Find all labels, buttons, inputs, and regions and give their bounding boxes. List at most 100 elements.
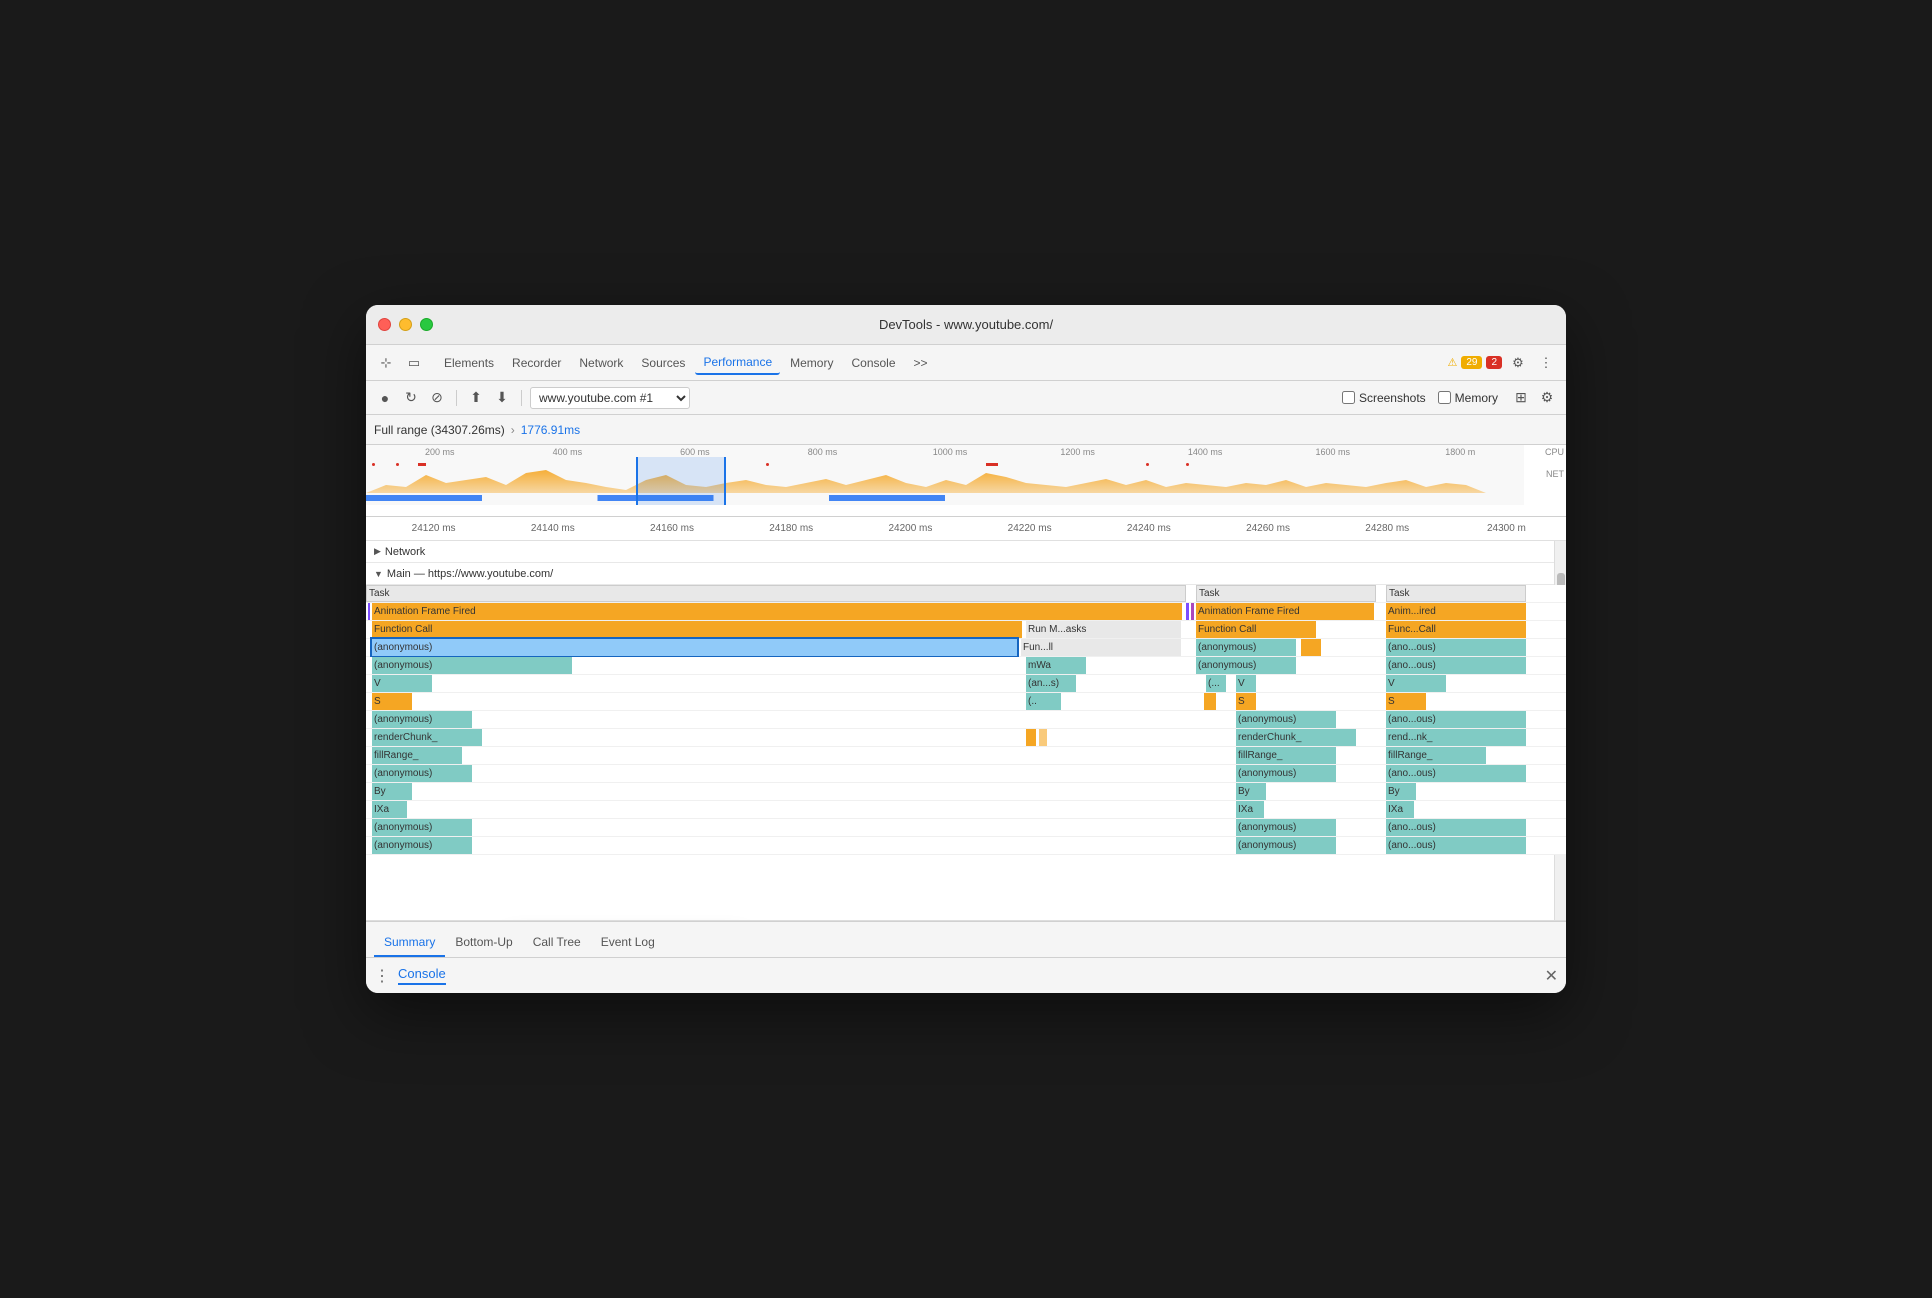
- dots-bar[interactable]: (..: [1026, 693, 1061, 710]
- fill-bar-1[interactable]: fillRange_: [372, 747, 462, 764]
- anon-bar-7[interactable]: (anonymous): [1236, 711, 1336, 728]
- func-call-bar-1[interactable]: Function Call: [372, 621, 1022, 638]
- anon-bar-12[interactable]: (anonymous): [372, 819, 472, 836]
- ixa-bar-3[interactable]: IXa: [1386, 801, 1414, 818]
- by-bar-1[interactable]: By: [372, 783, 412, 800]
- console-label[interactable]: Console: [398, 966, 446, 985]
- anon-bar-16[interactable]: (anonymous): [1236, 837, 1336, 854]
- upload-button[interactable]: ⬆: [465, 387, 487, 409]
- inspect-icon[interactable]: ⊹: [374, 351, 398, 375]
- flame-row-v[interactable]: V (an...s) (... V V: [366, 675, 1566, 693]
- anon-bar-11[interactable]: (ano...ous): [1386, 765, 1526, 782]
- flame-row-anon-5[interactable]: (anonymous) (anonymous) (ano...ous): [366, 819, 1566, 837]
- fill-bar-3[interactable]: fillRange_: [1386, 747, 1486, 764]
- memory-checkbox[interactable]: [1438, 391, 1451, 404]
- console-menu-icon[interactable]: ⋮: [374, 966, 390, 986]
- flame-row-anon-1[interactable]: (anonymous) Fun...ll (anonymous) (ano...…: [366, 639, 1566, 657]
- overview-panel[interactable]: 200 ms 400 ms 600 ms 800 ms 1000 ms 1200…: [366, 445, 1566, 517]
- by-bar-2[interactable]: By: [1236, 783, 1266, 800]
- task-bar-3[interactable]: Task: [1386, 585, 1526, 602]
- tab-sources[interactable]: Sources: [633, 352, 693, 374]
- anon-bar-selected[interactable]: (anonymous): [372, 639, 1017, 656]
- anon-mwa-bar[interactable]: (anonymous): [372, 657, 572, 674]
- task-bar-2[interactable]: Task: [1196, 585, 1376, 602]
- anon-bar-9[interactable]: (anonymous): [372, 765, 472, 782]
- an-s-bar[interactable]: (an...s): [1026, 675, 1076, 692]
- tab-event-log[interactable]: Event Log: [591, 929, 665, 957]
- ellipsis-bar[interactable]: (...: [1206, 675, 1226, 692]
- fun-ll-bar[interactable]: Fun...ll: [1021, 639, 1181, 656]
- main-collapse-icon[interactable]: ▼: [374, 569, 383, 579]
- v-bar-3[interactable]: V: [1386, 675, 1446, 692]
- memory-checkbox-label[interactable]: Memory: [1438, 391, 1498, 405]
- url-select[interactable]: www.youtube.com #1: [530, 387, 690, 409]
- minimize-button[interactable]: [399, 318, 412, 331]
- flame-chart-area[interactable]: ▶ Network ▼ Main — https://www.youtube.c…: [366, 541, 1566, 921]
- s-bar-3[interactable]: S: [1386, 693, 1426, 710]
- tab-network[interactable]: Network: [571, 352, 631, 374]
- console-close-icon[interactable]: ✕: [1545, 966, 1558, 986]
- anon-bar-3[interactable]: (ano...ous): [1386, 639, 1526, 656]
- ixa-bar-1[interactable]: IXa: [372, 801, 407, 818]
- render-bar-3[interactable]: rend...nk_: [1386, 729, 1526, 746]
- flame-row-anon-3[interactable]: (anonymous) (anonymous) (ano...ous): [366, 711, 1566, 729]
- flame-row-ixa[interactable]: IXa IXa IXa: [366, 801, 1566, 819]
- tab-more[interactable]: >>: [906, 352, 936, 374]
- v-bar-2[interactable]: V: [1236, 675, 1256, 692]
- flame-row-anon-4[interactable]: (anonymous) (anonymous) (ano...ous): [366, 765, 1566, 783]
- anim-frame-bar-2[interactable]: Animation Frame Fired: [1196, 603, 1374, 620]
- flame-row-s[interactable]: S (.. S S: [366, 693, 1566, 711]
- flame-row-render[interactable]: renderChunk_ renderChunk_ rend...nk_: [366, 729, 1566, 747]
- task-bar-1[interactable]: Task: [366, 585, 1186, 602]
- reload-button[interactable]: ↻: [400, 387, 422, 409]
- tab-console[interactable]: Console: [843, 352, 903, 374]
- func-call-bar-2[interactable]: Function Call: [1196, 621, 1316, 638]
- flame-row-anon-6[interactable]: (anonymous) (anonymous) (ano...ous): [366, 837, 1566, 855]
- settings-icon[interactable]: ⚙: [1506, 351, 1530, 375]
- func-call-bar-3[interactable]: Func...Call: [1386, 621, 1526, 638]
- flame-row-anon-2[interactable]: (anonymous) mWa (anonymous) (ano...ous): [366, 657, 1566, 675]
- capture-settings-icon[interactable]: ⊞: [1510, 387, 1532, 409]
- tab-recorder[interactable]: Recorder: [504, 352, 569, 374]
- tab-memory[interactable]: Memory: [782, 352, 841, 374]
- tab-elements[interactable]: Elements: [436, 352, 502, 374]
- anim-frame-bar-1[interactable]: Animation Frame Fired: [372, 603, 1182, 620]
- close-button[interactable]: [378, 318, 391, 331]
- main-section-row[interactable]: ▼ Main — https://www.youtube.com/: [366, 563, 1566, 585]
- flame-row-fill[interactable]: fillRange_ fillRange_ fillRange_: [366, 747, 1566, 765]
- device-icon[interactable]: ▭: [402, 351, 426, 375]
- s-bar-1[interactable]: S: [372, 693, 412, 710]
- render-bar-2[interactable]: renderChunk_: [1236, 729, 1356, 746]
- toolbar-settings-icon[interactable]: ⚙: [1536, 387, 1558, 409]
- v-bar-1[interactable]: V: [372, 675, 432, 692]
- download-button[interactable]: ⬇: [491, 387, 513, 409]
- mwa-bar[interactable]: mWa: [1026, 657, 1086, 674]
- render-bar-1[interactable]: renderChunk_: [372, 729, 482, 746]
- anon-bar-10[interactable]: (anonymous): [1236, 765, 1336, 782]
- screenshots-checkbox-label[interactable]: Screenshots: [1342, 391, 1426, 405]
- tab-performance[interactable]: Performance: [695, 351, 780, 375]
- anon-bar-2[interactable]: (anonymous): [1196, 639, 1296, 656]
- clear-button[interactable]: ⊘: [426, 387, 448, 409]
- tab-call-tree[interactable]: Call Tree: [523, 929, 591, 957]
- by-bar-3[interactable]: By: [1386, 783, 1416, 800]
- anon-bar-8[interactable]: (ano...ous): [1386, 711, 1526, 728]
- flame-row-task[interactable]: Task Task Task: [366, 585, 1566, 603]
- network-expand-icon[interactable]: ▶: [374, 546, 381, 557]
- screenshots-checkbox[interactable]: [1342, 391, 1355, 404]
- tab-bottom-up[interactable]: Bottom-Up: [445, 929, 522, 957]
- flame-row-anim[interactable]: Animation Frame Fired Animation Frame Fi…: [366, 603, 1566, 621]
- anon-bar-14[interactable]: (ano...ous): [1386, 819, 1526, 836]
- anon-bar-4[interactable]: (anonymous): [1196, 657, 1296, 674]
- anon-bar-13[interactable]: (anonymous): [1236, 819, 1336, 836]
- anon-bar-17[interactable]: (ano...ous): [1386, 837, 1526, 854]
- more-icon[interactable]: ⋮: [1534, 351, 1558, 375]
- anon-bar-6[interactable]: (anonymous): [372, 711, 472, 728]
- s-bar-2[interactable]: S: [1236, 693, 1256, 710]
- anon-bar-15[interactable]: (anonymous): [372, 837, 472, 854]
- anim-frame-bar-3[interactable]: Anim...ired: [1386, 603, 1526, 620]
- flame-row-by[interactable]: By By By: [366, 783, 1566, 801]
- tab-summary[interactable]: Summary: [374, 929, 445, 957]
- run-masks-bar[interactable]: Run M...asks: [1026, 621, 1181, 638]
- fill-bar-2[interactable]: fillRange_: [1236, 747, 1336, 764]
